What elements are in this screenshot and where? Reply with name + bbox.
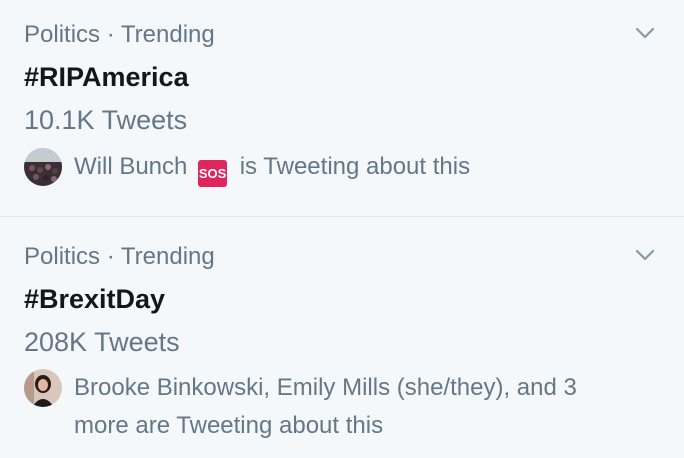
trends-list: Politics · Trending #RIPAmerica 10.1K Tw… [0,0,684,458]
social-context: Will Bunch SOS is Tweeting about this [74,148,634,187]
trend-context: Politics · Trending [24,21,215,48]
trend-item-ripamerica[interactable]: Politics · Trending #RIPAmerica 10.1K Tw… [0,0,684,216]
trend-topic: #RIPAmerica [24,62,189,92]
chevron-down-icon[interactable] [632,242,658,268]
tweet-count: 10.1K Tweets [24,105,188,135]
social-context: Brooke Binkowski, Emily Mills (she/they)… [74,374,577,439]
social-suffix: is Tweeting about this [239,153,471,180]
trend-topic: #BrexitDay [24,284,166,314]
avatar[interactable] [24,369,62,407]
user-name-link[interactable]: Will Bunch [74,153,187,180]
trend-context: Politics · Trending [24,243,215,270]
sos-emoji-icon: SOS [198,160,228,187]
tweet-count: 208K Tweets [24,327,180,357]
trend-item-brexitday[interactable]: Politics · Trending #BrexitDay 208K Twee… [0,217,684,458]
avatar[interactable] [24,148,62,186]
chevron-down-icon[interactable] [632,20,658,46]
